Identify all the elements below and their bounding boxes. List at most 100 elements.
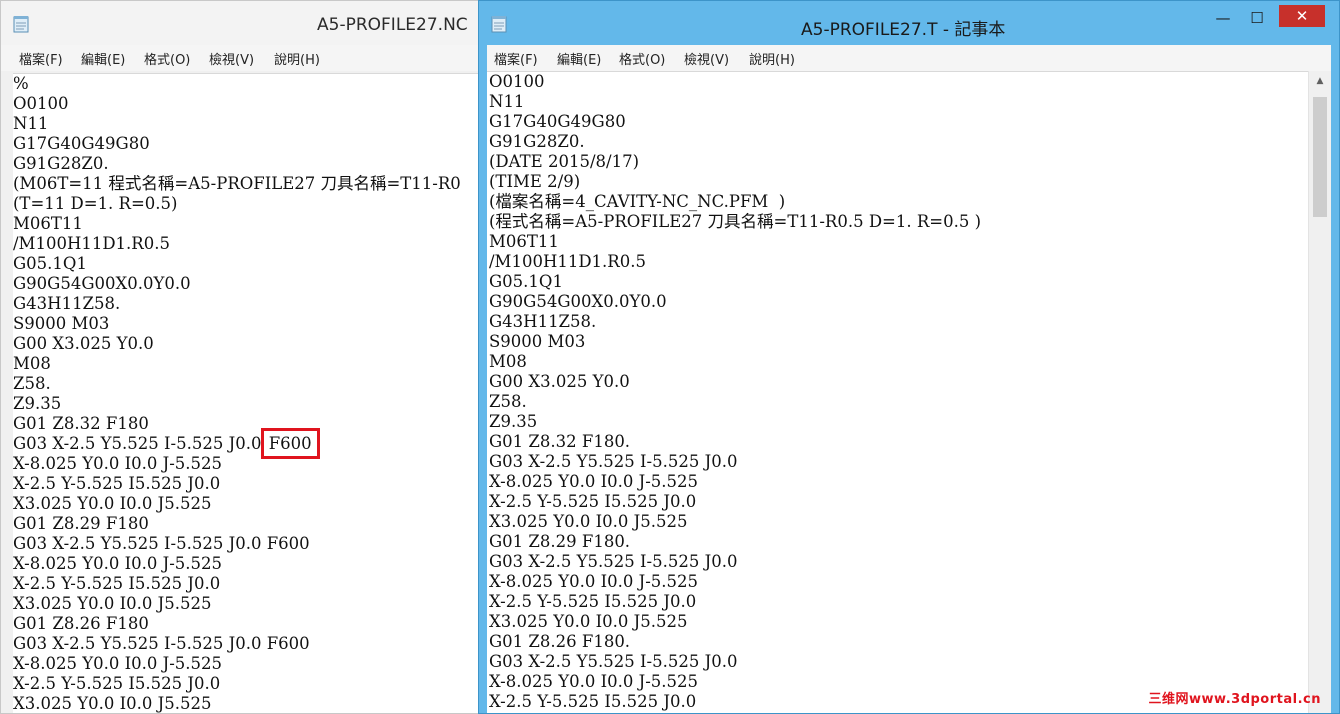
title-bar[interactable]: A5-PROFILE27.T - 記事本 — ☐ ✕ <box>479 1 1339 45</box>
code-line: Z9.35 <box>13 394 489 414</box>
code-line-text: X3.025 Y0.0 I0.0 J5.525 <box>489 612 688 631</box>
title-bar[interactable]: A5-PROFILE27.NC <box>1 1 489 45</box>
code-line-text: G00 X3.025 Y0.0 <box>489 372 630 391</box>
code-line: G03 X-2.5 Y5.525 I-5.525 J0.0 F600 <box>13 634 489 654</box>
code-line-text: G05.1Q1 <box>13 254 87 273</box>
notepad-window-t[interactable]: A5-PROFILE27.T - 記事本 — ☐ ✕ 檔案(F) 編輯(E) 格… <box>478 0 1340 714</box>
code-line-text: X3.025 Y0.0 I0.0 J5.525 <box>13 594 212 613</box>
menu-bar: 檔案(F) 編輯(E) 格式(O) 檢視(V) 說明(H) <box>1 45 489 71</box>
code-line: G05.1Q1 <box>13 254 489 274</box>
code-line-text: X-8.025 Y0.0 I0.0 J-5.525 <box>489 572 699 591</box>
code-line-text: S9000 M03 <box>489 332 586 351</box>
code-line: X-2.5 Y-5.525 I5.525 J0.0 <box>13 674 489 694</box>
code-line: G00 X3.025 Y0.0 <box>13 334 489 354</box>
close-icon[interactable]: ✕ <box>1279 5 1325 27</box>
code-line-text: (M06T=11 程式名稱=A5-PROFILE27 刀具名稱=T11-R0 <box>13 174 461 193</box>
code-line: X3.025 Y0.0 I0.0 J5.525 <box>489 612 1309 632</box>
code-line: M06T11 <box>13 214 489 234</box>
menu-file[interactable]: 檔案(F) <box>19 49 63 68</box>
code-line-text: G17G40G49G80 <box>489 112 626 131</box>
menu-help[interactable]: 說明(H) <box>749 49 795 68</box>
text-editor-area[interactable]: % O0100 N11 G17G40G49G80 G91G28Z0. (M06T=11 程… <box>13 73 489 713</box>
code-line-text: G43H11Z58. <box>489 312 597 331</box>
code-line: X-8.025 Y0.0 I0.0 J-5.525 <box>489 472 1309 492</box>
code-line: G00 X3.025 Y0.0 <box>489 372 1309 392</box>
menu-view[interactable]: 檢視(V) <box>684 49 729 68</box>
code-line-text: G43H11Z58. <box>13 294 121 313</box>
scroll-thumb[interactable] <box>1313 97 1327 217</box>
code-line-text: X-8.025 Y0.0 I0.0 J-5.525 <box>489 472 699 491</box>
code-line: Z58. <box>489 392 1309 412</box>
code-line-text: Z9.35 <box>13 394 62 413</box>
vertical-scrollbar[interactable]: ▲ <box>1308 71 1331 713</box>
code-line: G43H11Z58. <box>13 294 489 314</box>
code-line: G01 Z8.26 F180. <box>489 632 1309 652</box>
maximize-icon[interactable]: ☐ <box>1245 7 1269 31</box>
code-line: (TIME 2/9) <box>489 172 1309 192</box>
code-line: O0100 <box>13 94 489 114</box>
code-line-text: (DATE 2015/8/17) <box>489 152 640 171</box>
menu-view[interactable]: 檢視(V) <box>209 49 254 68</box>
code-line: G01 Z8.29 F180. <box>489 532 1309 552</box>
text-editor-area[interactable]: O0100 N11 G17G40G49G80 G91G28Z0. (DATE 2015/… <box>487 71 1309 713</box>
code-line: G17G40G49G80 <box>489 112 1309 132</box>
code-line-text: M08 <box>489 352 527 371</box>
menu-edit[interactable]: 編輯(E) <box>557 49 601 68</box>
code-line-text: X-2.5 Y-5.525 I5.525 J0.0 <box>13 474 221 493</box>
minimize-icon[interactable]: — <box>1211 7 1235 31</box>
code-line: M08 <box>489 352 1309 372</box>
scroll-up-icon[interactable]: ▲ <box>1309 71 1331 91</box>
code-line-text: G05.1Q1 <box>489 272 563 291</box>
code-line-text: G03 X-2.5 Y5.525 I-5.525 J0.0 <box>13 434 267 453</box>
code-line-text: G03 X-2.5 Y5.525 I-5.525 J0.0 F600 <box>13 534 310 553</box>
code-line: (DATE 2015/8/17) <box>489 152 1309 172</box>
menu-format[interactable]: 格式(O) <box>619 49 665 68</box>
code-line: X3.025 Y0.0 I0.0 J5.525 <box>13 694 489 713</box>
code-line-text: G03 X-2.5 Y5.525 I-5.525 J0.0 F600 <box>13 634 310 653</box>
code-line: G01 Z8.29 F180 <box>13 514 489 534</box>
code-line-text: G17G40G49G80 <box>13 134 150 153</box>
code-line-text: G01 Z8.26 F180. <box>489 632 631 651</box>
code-line: (檔案名稱=4_CAVITY-NC_NC.PFM ) <box>489 192 1309 212</box>
code-line: X3.025 Y0.0 I0.0 J5.525 <box>489 512 1309 532</box>
notepad-window-nc[interactable]: A5-PROFILE27.NC 檔案(F) 編輯(E) 格式(O) 檢視(V) … <box>0 0 490 714</box>
notepad-icon <box>491 16 507 33</box>
code-line: X-2.5 Y-5.525 I5.525 J0.0 <box>489 492 1309 512</box>
window-title: A5-PROFILE27.T - 記事本 <box>801 20 1006 40</box>
menu-help[interactable]: 說明(H) <box>274 49 320 68</box>
code-line: G03 X-2.5 Y5.525 I-5.525 J0.0 <box>489 452 1309 472</box>
menu-edit[interactable]: 編輯(E) <box>81 49 125 68</box>
code-line-text: (T=11 D=1. R=0.5) <box>13 194 178 213</box>
code-line-text: /M100H11D1.R0.5 <box>489 252 646 271</box>
code-line-text: X-8.025 Y0.0 I0.0 J-5.525 <box>13 554 223 573</box>
code-line: G01 Z8.26 F180 <box>13 614 489 634</box>
code-line-text: M06T11 <box>489 232 559 251</box>
code-line-text: G01 Z8.32 F180 <box>13 414 149 433</box>
code-line: G90G54G00X0.0Y0.0 <box>13 274 489 294</box>
code-line: X-8.025 Y0.0 I0.0 J-5.525 <box>13 554 489 574</box>
code-line: G03 X-2.5 Y5.525 I-5.525 J0.0 F600 <box>13 534 489 554</box>
code-line-text: X3.025 Y0.0 I0.0 J5.525 <box>13 694 212 713</box>
window-title: A5-PROFILE27.NC <box>317 15 468 35</box>
notepad-icon <box>13 16 29 33</box>
code-line: G43H11Z58. <box>489 312 1309 332</box>
code-line: X-2.5 Y-5.525 I5.525 J0.0 <box>13 574 489 594</box>
code-line-text: (檔案名稱=4_CAVITY-NC_NC.PFM ) <box>489 192 786 211</box>
code-line-text: N11 <box>489 92 525 111</box>
code-line-text: G90G54G00X0.0Y0.0 <box>13 274 191 293</box>
code-line: S9000 M03 <box>489 332 1309 352</box>
menu-file[interactable]: 檔案(F) <box>494 49 538 68</box>
code-line: G03 X-2.5 Y5.525 I-5.525 J0.0 <box>489 552 1309 572</box>
code-line-text: G01 Z8.26 F180 <box>13 614 149 633</box>
code-line: N11 <box>13 114 489 134</box>
code-line: O0100 <box>489 72 1309 92</box>
code-line-text: O0100 <box>489 72 545 91</box>
menu-format[interactable]: 格式(O) <box>144 49 190 68</box>
code-line-text: G01 Z8.29 F180. <box>489 532 631 551</box>
code-line-text: X-2.5 Y-5.525 I5.525 J0.0 <box>489 592 697 611</box>
code-line-text: M06T11 <box>13 214 83 233</box>
code-line: Z58. <box>13 374 489 394</box>
code-line-text: G01 Z8.32 F180. <box>489 432 631 451</box>
code-line-text: X-2.5 Y-5.525 I5.525 J0.0 <box>13 674 221 693</box>
code-line: G01 Z8.32 F180. <box>489 432 1309 452</box>
